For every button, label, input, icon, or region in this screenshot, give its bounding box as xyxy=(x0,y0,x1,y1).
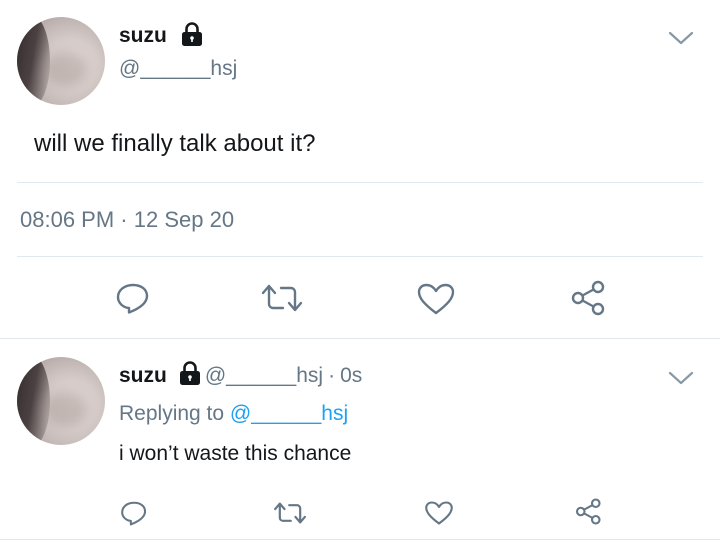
divider xyxy=(17,182,703,183)
tweet-timestamp[interactable]: 08:06 PM · 12 Sep 20 xyxy=(20,207,234,233)
lock-icon xyxy=(179,21,205,52)
tweet-text: will we finally talk about it? xyxy=(34,130,316,157)
like-icon[interactable] xyxy=(416,282,456,316)
retweet-icon[interactable] xyxy=(259,282,305,314)
avatar[interactable] xyxy=(17,17,105,105)
tweet-age: 0s xyxy=(340,364,363,387)
separator-dot: · xyxy=(120,207,128,232)
retweet-icon[interactable] xyxy=(272,500,308,526)
reply-icon[interactable] xyxy=(114,281,152,315)
separator-dot: · xyxy=(328,364,336,387)
replying-to: Replying to @______hsj xyxy=(119,402,348,426)
replying-to-handle[interactable]: @______hsj xyxy=(230,402,348,425)
like-icon[interactable] xyxy=(424,500,454,526)
divider xyxy=(0,338,720,339)
tweet-date: 12 Sep 20 xyxy=(133,207,235,232)
display-name[interactable]: suzu xyxy=(119,24,167,48)
lock-icon xyxy=(177,360,203,392)
share-icon[interactable] xyxy=(574,497,604,526)
tweet-text: i won’t waste this chance xyxy=(119,442,352,465)
share-icon[interactable] xyxy=(569,279,609,317)
handle[interactable]: @______hsj xyxy=(119,57,237,81)
chevron-down-icon[interactable] xyxy=(668,30,694,46)
handle[interactable]: @______hsj xyxy=(205,364,323,388)
divider xyxy=(0,539,720,540)
replying-to-label: Replying to xyxy=(119,402,225,425)
avatar[interactable] xyxy=(17,357,105,445)
divider xyxy=(17,256,703,257)
tweet-time: 08:06 PM xyxy=(20,207,115,232)
chevron-down-icon[interactable] xyxy=(668,370,694,386)
reply-icon[interactable] xyxy=(119,499,149,527)
display-name[interactable]: suzu xyxy=(119,364,167,388)
